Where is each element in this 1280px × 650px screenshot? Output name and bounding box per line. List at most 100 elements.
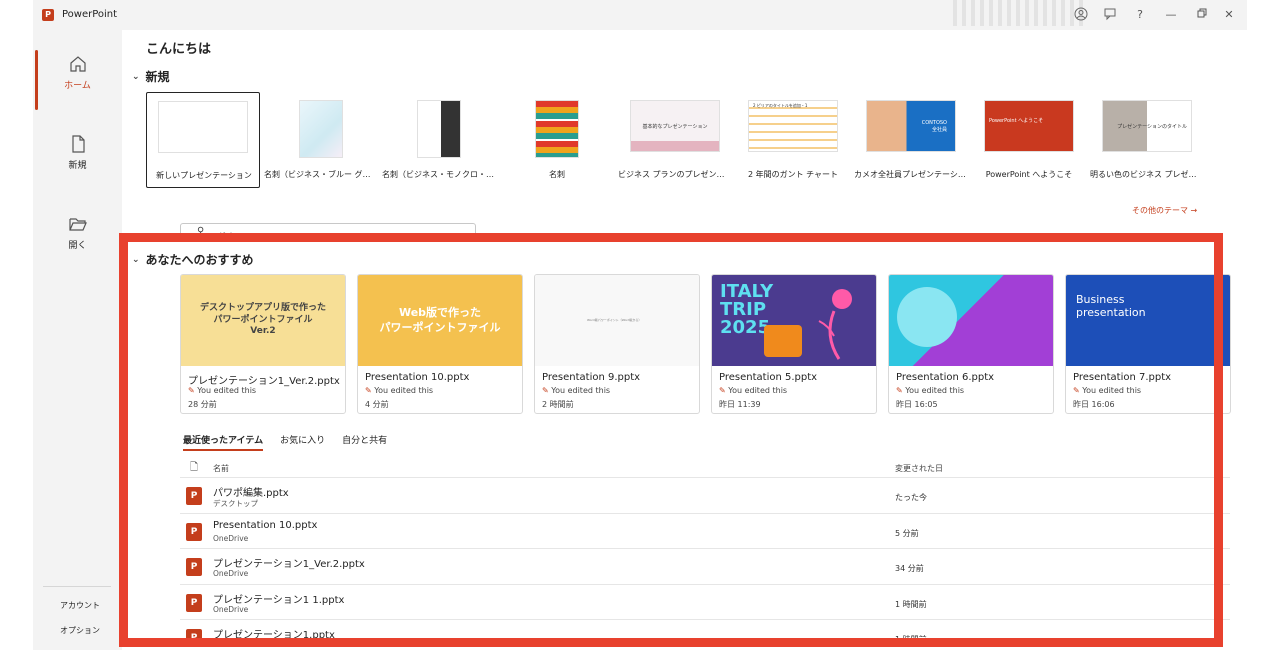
pptx-file-icon: P [186, 558, 202, 576]
card-edited-text: You edited this [551, 386, 611, 395]
search-placeholder: 検索 [219, 232, 235, 241]
account-avatar-icon[interactable] [1073, 7, 1089, 23]
nav-label: 新規 [68, 161, 87, 171]
card-file-name: プレゼンテーション1_Ver.2.pptx [188, 376, 340, 387]
tab-favorites[interactable]: お気に入り [280, 433, 325, 451]
file-modified: 34 分前 [895, 564, 924, 573]
file-name: プレゼンテーション1_Ver.2.pptx [213, 559, 365, 570]
template-business-plan[interactable]: 基本的なプレゼンテーション ビジネス プランのプレゼンテーシ... [618, 92, 732, 188]
template-thumbnail: プレゼンテーションのタイトル [1102, 100, 1192, 152]
tab-shared[interactable]: 自分と共有 [342, 433, 387, 451]
template-thumbnail [535, 100, 579, 158]
pptx-file-icon: P [186, 487, 202, 505]
template-thumbnail [299, 100, 343, 158]
recommended-cards: デスクトップアプリ版で作った パワーポイントファイル Ver.2 プレゼンテーシ… [180, 274, 1240, 414]
template-label: 明るい色のビジネス プレゼンテ... [1090, 170, 1204, 179]
file-name: Presentation 10.pptx [213, 519, 318, 531]
recommended-card[interactable]: デスクトップアプリ版で作った パワーポイントファイル Ver.2 プレゼンテーシ… [180, 274, 346, 414]
file-name: プレゼンテーション1 1.pptx [213, 594, 345, 606]
nav-account[interactable]: アカウント [60, 600, 100, 611]
template-bright-business[interactable]: プレゼンテーションのタイトル 明るい色のビジネス プレゼンテ... [1090, 92, 1204, 188]
titlebar-decoration [953, 0, 1083, 26]
file-row[interactable]: P パワポ編集.pptx デスクトップ たった今 [180, 478, 1230, 514]
minimize-icon[interactable]: — [1163, 7, 1179, 23]
title-bar: P PowerPoint ? — ✕ [33, 0, 1247, 30]
search-icon: ⚲ [197, 226, 205, 237]
list-header: 🗋 名前 変更された日 [180, 458, 1230, 478]
nav-item-home[interactable]: ホーム [33, 40, 122, 110]
column-name[interactable]: 名前 [213, 463, 229, 474]
nav-item-new[interactable]: 新規 [33, 120, 122, 190]
template-blank[interactable]: 新しいプレゼンテーション [146, 92, 260, 188]
card-thumbnail [889, 275, 1053, 366]
recommended-card[interactable]: ITALY TRIP 2025 Presentation 5.pptx ✎ Yo… [711, 274, 877, 414]
file-modified: 5 分前 [895, 528, 919, 538]
file-modified: 1 時間前 [895, 635, 927, 644]
card-edited: ✎ You edited this [1073, 386, 1141, 395]
card-time: 昨日 16:06 [1073, 400, 1115, 409]
recommended-card[interactable]: Web版で作った パワーポイントファイル Presentation 10.ppt… [357, 274, 523, 414]
pencil-icon: ✎ [1073, 386, 1080, 395]
template-thumbnail [158, 101, 248, 153]
recommended-section-title: あなたへのおすすめ [145, 253, 254, 267]
card-edited-text: You edited this [905, 386, 965, 395]
file-location: デスクトップ [213, 499, 258, 508]
template-label: 名刺（ビジネス・ブルー グラデー... [264, 170, 378, 179]
file-name: プレゼンテーション1.pptx [213, 630, 335, 641]
card-edited-text: You edited this [1082, 386, 1142, 395]
main-content: こんにちは ⌄ 新規 新しいプレゼンテーション 名刺（ビジネス・ブルー グラデー… [122, 30, 1247, 650]
tab-recent[interactable]: 最近使ったアイテム [183, 433, 264, 451]
template-cameo[interactable]: CONTOSO 全社員 カメオ全社員プレゼンテーション [854, 92, 968, 188]
help-icon[interactable]: ? [1132, 7, 1148, 23]
nav-item-open[interactable]: 開く [33, 200, 122, 270]
template-label: PowerPoint へようこそ [985, 170, 1073, 179]
file-row[interactable]: P プレゼンテーション1.pptx 1 時間前 [180, 620, 1230, 650]
template-gantt-chart[interactable]: 2 ピリアのタイトルを追加・1 2 年間のガント チャート [736, 92, 850, 188]
template-business-card-blue[interactable]: 名刺（ビジネス・ブルー グラデー... [264, 92, 378, 188]
column-modified[interactable]: 変更された日 [895, 463, 943, 474]
recommended-section-header[interactable]: ⌄ あなたへのおすすめ [132, 251, 254, 268]
recommended-card[interactable]: Business presentation Presentation 7.ppt… [1065, 274, 1231, 414]
pencil-icon: ✎ [365, 386, 372, 395]
nav-options[interactable]: オプション [60, 625, 100, 636]
close-icon[interactable]: ✕ [1221, 7, 1237, 23]
thumb-text: 全社員 [931, 126, 947, 133]
recent-file-list: 🗋 名前 変更された日 P パワポ編集.pptx デスクトップ たった今 P P… [180, 458, 1230, 650]
file-row[interactable]: P プレゼンテーション1_Ver.2.pptx OneDrive 34 分前 [180, 549, 1230, 585]
template-welcome[interactable]: PowerPoint へようこそ PowerPoint へようこそ [972, 92, 1086, 188]
recommended-card[interactable]: Presentation 6.pptx ✎ You edited this 昨日… [888, 274, 1054, 414]
card-thumbnail: ITALY TRIP 2025 [712, 275, 876, 366]
recommended-card[interactable]: Word版パワーポイント（Word版から） Presentation 9.ppt… [534, 274, 700, 414]
file-row[interactable]: P Presentation 10.pptx OneDrive 5 分前 [180, 514, 1230, 549]
card-edited-text: You edited this [728, 386, 788, 395]
file-tabs: 最近使ったアイテム お気に入り 自分と共有 [183, 433, 387, 451]
template-business-card-mono[interactable]: 名刺（ビジネス・モノクロ・縦） [382, 92, 496, 188]
search-input[interactable]: ⚲ 検索 [180, 223, 476, 241]
card-edited: ✎ You edited this [542, 386, 610, 395]
doc-thumb-lines: Word版パワーポイント（Word版から） [587, 318, 642, 323]
folder-open-icon [68, 218, 87, 231]
file-type-icon: 🗋 [190, 462, 199, 473]
restore-icon[interactable] [1194, 7, 1210, 23]
card-time: 28 分前 [188, 400, 217, 409]
card-file-name: Presentation 7.pptx [1073, 372, 1172, 383]
feedback-icon[interactable] [1102, 7, 1118, 23]
template-thumbnail: 基本的なプレゼンテーション [630, 100, 720, 152]
circle-shape [897, 287, 957, 347]
template-label: 2 年間のガント チャート [747, 170, 839, 179]
more-themes-link[interactable]: その他のテーマ → [1132, 205, 1197, 216]
powerpoint-logo-icon: P [42, 9, 54, 21]
template-thumbnail [417, 100, 461, 158]
orange-shape [764, 325, 802, 357]
file-row[interactable]: P プレゼンテーション1 1.pptx OneDrive 1 時間前 [180, 585, 1230, 620]
card-thumbnail: Web版で作った パワーポイントファイル [358, 275, 522, 366]
desktop-background [1247, 0, 1280, 650]
pencil-icon: ✎ [542, 386, 549, 395]
new-section-header[interactable]: ⌄ 新規 [132, 68, 170, 85]
template-thumbnail: 2 ピリアのタイトルを追加・1 [748, 100, 838, 152]
template-business-card[interactable]: 名刺 [500, 92, 614, 188]
template-label: 名刺 [549, 170, 565, 179]
template-label: 新しいプレゼンテーション [156, 171, 252, 180]
template-thumbnail: PowerPoint へようこそ [984, 100, 1074, 152]
chevron-down-icon: ⌄ [132, 254, 140, 265]
